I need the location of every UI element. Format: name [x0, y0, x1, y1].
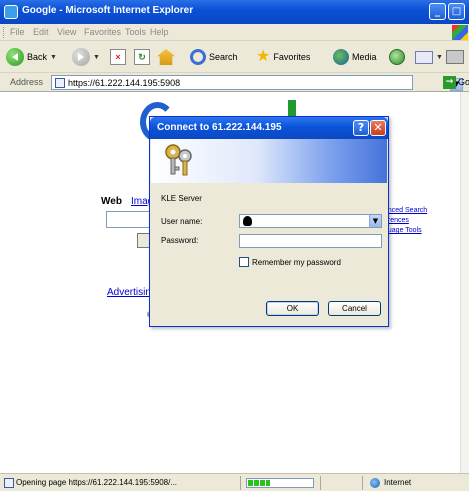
status-divider — [362, 476, 363, 490]
search-icon — [190, 49, 206, 65]
menu-edit[interactable]: Edit — [33, 27, 49, 37]
history-button[interactable] — [389, 46, 405, 68]
user-icon — [243, 216, 252, 226]
chevron-down-icon: ▼ — [93, 53, 100, 61]
refresh-icon: ↻ — [134, 49, 150, 65]
status-text: Opening page https://61.222.144.195:5908… — [16, 478, 178, 487]
menu-tools[interactable]: Tools — [125, 27, 146, 37]
toolbar: Back ▼ ▼ × ↻ Search ★ Favorites Media ▼ — [0, 41, 469, 73]
back-arrow-icon — [6, 48, 24, 66]
window-titlebar[interactable]: Google - Microsoft Internet Explorer _ □ — [0, 0, 469, 24]
username-combobox[interactable]: ▼ — [239, 214, 382, 228]
status-divider — [320, 476, 321, 490]
chevron-down-icon[interactable]: ▼ — [369, 215, 381, 227]
forward-button[interactable]: ▼ — [72, 46, 100, 68]
go-arrow-icon[interactable]: → — [443, 76, 456, 89]
print-button[interactable] — [446, 46, 464, 68]
home-button[interactable] — [157, 46, 175, 68]
print-icon — [446, 50, 464, 64]
ok-button[interactable]: OK — [266, 301, 319, 316]
dialog-title: Connect to 61.222.144.195 — [157, 122, 282, 133]
back-button[interactable]: Back ▼ — [6, 46, 57, 68]
menubar: File Edit View Favorites Tools Help — [0, 24, 469, 41]
maximize-button[interactable]: □ — [448, 3, 465, 20]
chevron-down-icon: ▼ — [436, 53, 443, 61]
password-field[interactable] — [239, 234, 382, 248]
remember-password-checkbox[interactable]: Remember my password — [239, 257, 341, 267]
media-icon — [333, 49, 349, 65]
stop-button[interactable]: × — [110, 46, 126, 68]
checkbox-box[interactable] — [239, 257, 249, 267]
address-bar: Address https://61.222.144.195:5908 ▼ → … — [0, 73, 469, 92]
go-button[interactable]: Go — [458, 77, 469, 87]
globe-icon — [370, 478, 380, 488]
window-title: Google - Microsoft Internet Explorer — [22, 5, 194, 16]
dialog-banner — [151, 139, 387, 183]
mail-icon — [415, 50, 433, 64]
media-button[interactable]: Media — [333, 46, 377, 68]
forward-arrow-icon — [72, 48, 90, 66]
address-label: Address — [10, 77, 44, 87]
menu-file[interactable]: File — [10, 27, 25, 37]
connect-dialog: Connect to 61.222.144.195 ? ✕ KLE Server… — [149, 116, 389, 327]
keys-icon — [165, 144, 192, 176]
chevron-down-icon: ▼ — [50, 53, 57, 61]
history-icon — [389, 49, 405, 65]
favorites-label: Favorites — [273, 52, 311, 62]
media-label: Media — [352, 52, 377, 62]
toolbar-grip — [3, 27, 5, 38]
star-icon: ★ — [256, 48, 271, 65]
menu-view[interactable]: View — [57, 27, 76, 37]
preferences-link[interactable]: erences — [384, 216, 427, 226]
password-label: Password: — [161, 236, 199, 245]
page-icon — [55, 78, 65, 88]
remember-password-label: Remember my password — [252, 257, 341, 267]
windows-flag-icon — [452, 25, 468, 40]
progress-fill — [248, 480, 270, 486]
status-divider — [240, 476, 241, 490]
search-button[interactable]: Search — [190, 46, 238, 68]
favorites-button[interactable]: ★ Favorites — [256, 46, 310, 68]
dialog-body: KLE Server User name: ▼ Password: Rememb… — [150, 183, 388, 326]
address-input[interactable]: https://61.222.144.195:5908 ▼ — [51, 75, 463, 91]
vertical-scrollbar[interactable] — [460, 92, 469, 473]
status-bar: Opening page https://61.222.144.195:5908… — [0, 473, 469, 491]
minimize-button[interactable]: _ — [429, 3, 446, 20]
stop-icon: × — [110, 49, 126, 65]
home-icon — [157, 49, 175, 65]
back-label: Back — [27, 52, 48, 62]
web-tab: Web — [101, 196, 122, 207]
refresh-button[interactable]: ↻ — [134, 46, 150, 68]
close-button[interactable]: ✕ — [370, 120, 386, 136]
security-zone: Internet — [384, 478, 412, 487]
dialog-titlebar[interactable]: Connect to 61.222.144.195 ? ✕ — [150, 117, 388, 139]
address-url: https://61.222.144.195:5908 — [68, 78, 181, 88]
menu-help[interactable]: Help — [150, 27, 169, 37]
page-icon — [4, 478, 14, 488]
right-links: anced Search erences guage Tools — [384, 206, 427, 236]
search-label: Search — [209, 52, 238, 62]
server-realm-label: KLE Server — [161, 194, 202, 203]
ie-icon — [4, 5, 18, 19]
advanced-search-link[interactable]: anced Search — [384, 206, 427, 216]
mail-button[interactable]: ▼ — [415, 46, 443, 68]
help-button[interactable]: ? — [353, 120, 369, 136]
language-tools-link[interactable]: guage Tools — [384, 226, 427, 236]
menu-favorites[interactable]: Favorites — [84, 27, 121, 37]
progress-bar — [246, 478, 314, 488]
username-label: User name: — [161, 217, 203, 226]
cancel-button[interactable]: Cancel — [328, 301, 381, 316]
